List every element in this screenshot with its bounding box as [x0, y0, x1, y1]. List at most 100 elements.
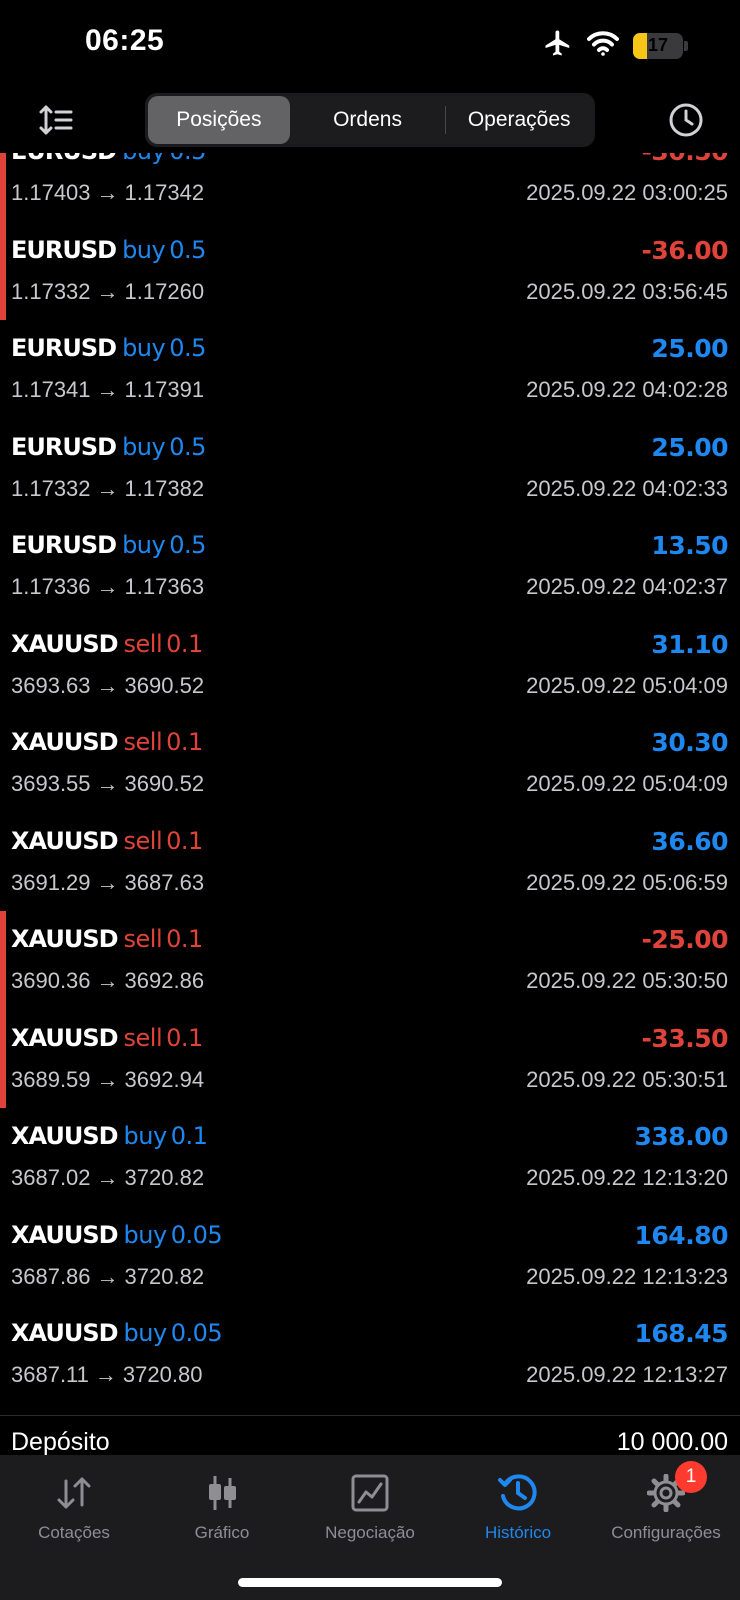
tabbar-item-settings[interactable]: 1 Configurações — [592, 1455, 740, 1555]
trade-row[interactable]: XAUUSD buy 0.1 338.00 3687.02 → 3720.82 2025… — [0, 1108, 740, 1207]
trade-prices: 3687.86 → 3720.82 — [11, 1264, 204, 1289]
trade-symbol: XAUUSD — [11, 1023, 119, 1052]
arrow-right-icon: → — [96, 672, 119, 698]
trade-prices: 3689.59 → 3692.94 — [11, 1067, 204, 1092]
trade-close-price: 3692.94 — [124, 1066, 205, 1092]
trade-detail-line: 3687.11 → 3720.80 2025.09.22 12:13:27 — [11, 1362, 728, 1390]
trade-prices: 1.17336 → 1.17363 — [11, 574, 204, 599]
trade-datetime: 2025.09.22 04:02:28 — [526, 377, 728, 402]
trade-symbol: EURUSD — [11, 531, 117, 559]
trade-open-price: 3693.63 — [11, 672, 91, 698]
trade-symbol: XAUUSD — [11, 826, 119, 855]
deposit-label: Depósito — [11, 1428, 110, 1456]
trade-profit: 36.60 — [651, 826, 728, 856]
trade-row[interactable]: EURUSD buy 0.5 25.00 1.17341 → 1.17391 2025.… — [0, 320, 740, 419]
trade-header-line: EURUSD buy 0.5 -36.00 — [11, 236, 729, 270]
sort-icon[interactable] — [34, 98, 78, 142]
trade-direction: buy — [123, 1122, 168, 1150]
trade-row[interactable]: XAUUSD sell 0.1 30.30 3693.55 → 3690.52 2025… — [0, 714, 740, 813]
trade-prices: 1.17403 → 1.17342 — [11, 180, 204, 205]
trade-datetime: 2025.09.22 05:30:50 — [526, 968, 728, 993]
trade-header-line: XAUUSD sell 0.1 31.10 — [11, 630, 728, 664]
trade-symbol: XAUUSD — [11, 1122, 119, 1150]
trade-header-line: XAUUSD buy 0.05 168.45 — [11, 1319, 729, 1353]
trade-detail-line: 3693.55 → 3690.52 2025.09.22 05:04:09 — [11, 771, 728, 799]
trade-prices: 1.17341 → 1.17391 — [11, 377, 204, 402]
tabbar-item-trade[interactable]: Negociação — [296, 1455, 444, 1555]
segmented-control: Posições Ordens Operações — [145, 93, 595, 147]
trade-detail-line: 1.17336 → 1.17363 2025.09.22 04:02:37 — [11, 574, 728, 602]
trade-header-line: EURUSD buy 0.5 25.00 — [11, 433, 728, 467]
status-time: 06:25 — [85, 24, 165, 57]
trade-open-price: 3687.11 — [11, 1362, 89, 1387]
trade-header-line: EURUSD buy 0.5 13.50 — [11, 531, 728, 565]
trade-profit: 30.30 — [651, 728, 728, 757]
trade-profit: 164.80 — [634, 1220, 729, 1250]
trade-row[interactable]: XAUUSD sell 0.1 -33.50 3689.59 → 3692.94 202… — [0, 1009, 740, 1108]
trade-datetime: 2025.09.22 05:06:59 — [526, 869, 728, 895]
trade-direction: sell — [123, 728, 163, 756]
trade-profit: -30.50 — [642, 153, 729, 166]
trade-row[interactable]: EURUSD buy 0.5 -36.00 1.17332 → 1.17260 2025… — [0, 221, 740, 320]
trade-direction: buy — [122, 153, 166, 165]
tab-orders[interactable]: Ordens — [290, 96, 446, 144]
trade-direction: buy — [123, 1220, 168, 1249]
trade-open-price: 1.17336 — [11, 574, 91, 599]
trade-volume: 0.5 — [169, 531, 206, 559]
trade-close-price: 3720.82 — [124, 1263, 205, 1289]
trade-detail-line: 3693.63 → 3690.52 2025.09.22 05:04:09 — [11, 673, 728, 701]
loss-indicator — [0, 911, 6, 1010]
airplane-icon — [543, 28, 573, 63]
trade-row[interactable]: XAUUSD buy 0.05 164.80 3687.86 → 3720.82 202… — [0, 1207, 740, 1306]
deposit-row: Depósito 10 000.00 — [0, 1415, 740, 1456]
trade-close-price: 1.17382 — [124, 475, 205, 501]
trade-open-price: 1.17403 — [11, 180, 91, 205]
trade-row[interactable]: XAUUSD sell 0.1 31.10 3693.63 → 3690.52 2025… — [0, 616, 740, 715]
tabbar-item-quotes[interactable]: Cotações — [0, 1455, 148, 1555]
trade-row[interactable]: XAUUSD sell 0.1 36.60 3691.29 → 3687.63 2025… — [0, 813, 740, 912]
trade-prices: 1.17332 → 1.17260 — [11, 279, 204, 304]
clock-icon[interactable] — [664, 98, 708, 142]
trade-detail-line: 3689.59 → 3692.94 2025.09.22 05:30:51 — [11, 1067, 728, 1095]
trade-symbol: XAUUSD — [11, 728, 119, 756]
trade-open-price: 3690.36 — [11, 968, 91, 993]
trade-datetime: 2025.09.22 12:13:23 — [526, 1263, 728, 1289]
trade-prices: 3693.63 → 3690.52 — [11, 673, 204, 698]
trade-row[interactable]: XAUUSD buy 0.05 168.45 3687.11 → 3720.80 202… — [0, 1305, 740, 1404]
trade-list[interactable]: EURUSDbuy0.5 -30.50 1.17403→1.17342 2025… — [0, 153, 740, 1415]
tab-operations[interactable]: Operações — [446, 96, 592, 144]
trade-row[interactable]: XAUUSD sell 0.1 -25.00 3690.36 → 3692.86 202… — [0, 911, 740, 1010]
trade-direction: sell — [123, 826, 163, 855]
trade-prices: 1.17332 → 1.17382 — [11, 476, 204, 501]
trade-close-price: 3690.52 — [124, 771, 205, 796]
trade-direction: buy — [123, 1319, 168, 1347]
trade-header-line: EURUSD buy0.5 -30.50 — [11, 153, 729, 171]
trade-row[interactable]: EURUSD buy 0.5 13.50 1.17336 → 1.17363 2025.… — [0, 517, 740, 616]
trade-symbol: EURUSD — [11, 153, 117, 165]
arrow-right-icon: → — [94, 1362, 117, 1387]
arrow-right-icon: → — [96, 1066, 119, 1092]
battery-fill — [633, 32, 647, 59]
trade-chart-icon — [351, 1469, 389, 1517]
trade-profit: 338.00 — [634, 1122, 729, 1151]
trade-header-line: XAUUSD sell 0.1 36.60 — [11, 827, 728, 861]
trade-open-price: 3693.55 — [11, 771, 91, 796]
tabbar-item-history[interactable]: Histórico — [444, 1455, 592, 1555]
trade-detail-line: 1.17341 → 1.17391 2025.09.22 04:02:28 — [11, 377, 728, 405]
trade-detail-line: 3691.29 → 3687.63 2025.09.22 05:06:59 — [11, 870, 728, 898]
home-indicator[interactable] — [238, 1578, 502, 1587]
trade-prices: 3687.02 → 3720.82 — [11, 1165, 204, 1190]
tabbar-item-chart[interactable]: Gráfico — [148, 1455, 296, 1555]
trade-symbol: XAUUSD — [11, 629, 119, 658]
trade-direction: sell — [123, 629, 163, 658]
arrow-right-icon: → — [96, 771, 119, 796]
arrow-right-icon: → — [96, 574, 119, 599]
battery-level: 17 — [647, 35, 669, 55]
trade-volume: 0.5 — [169, 153, 206, 165]
trade-datetime: 2025.09.22 03:56:45 — [526, 278, 728, 304]
wifi-icon — [587, 30, 619, 61]
trade-row[interactable]: EURUSD buy0.5 -30.50 1.17403→1.17342 2025… — [0, 153, 740, 222]
trade-volume: 0.5 — [169, 334, 206, 362]
trade-row[interactable]: EURUSD buy 0.5 25.00 1.17332 → 1.17382 2025.… — [0, 419, 740, 518]
tab-positions[interactable]: Posições — [148, 96, 290, 144]
